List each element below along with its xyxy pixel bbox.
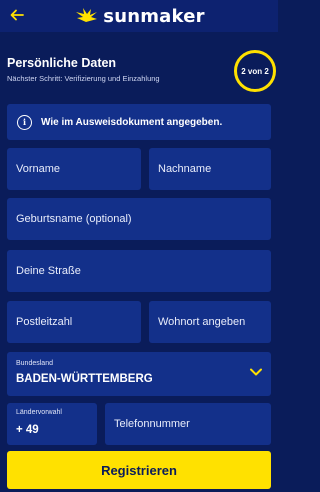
state-value: BADEN-WÜRTTEMBERG: [16, 373, 153, 385]
info-icon: i: [17, 114, 32, 130]
postal-code-input[interactable]: Postleitzahl: [7, 301, 141, 343]
street-input[interactable]: Deine Straße: [7, 250, 271, 292]
phone-input[interactable]: Telefonnummer: [105, 403, 271, 445]
back-button[interactable]: [6, 4, 28, 26]
step-indicator: 2 von 2: [234, 50, 276, 92]
form-header: Persönliche Daten Nächster Schritt: Veri…: [7, 56, 237, 83]
country-code-value: + 49: [16, 424, 39, 436]
sun-icon: [76, 8, 98, 22]
state-select[interactable]: Bundesland BADEN-WÜRTTEMBERG: [7, 352, 271, 396]
sunmaker-logo[interactable]: sunmaker: [73, 5, 205, 27]
register-button[interactable]: Registrieren: [7, 451, 271, 489]
arrow-left-icon: [10, 9, 24, 21]
country-code-select[interactable]: Ländervorwahl + 49: [7, 403, 97, 445]
birth-name-input[interactable]: Geburtsname (optional): [7, 198, 271, 240]
next-step-hint: Nächster Schritt: Verifizierung und Einz…: [7, 74, 160, 83]
last-name-input[interactable]: Nachname: [149, 148, 271, 190]
first-name-input[interactable]: Vorname: [7, 148, 141, 190]
logo-text: sunmaker: [103, 5, 205, 27]
top-bar: sunmaker: [0, 0, 278, 32]
info-banner: i Wie im Ausweisdokument angegeben.: [7, 104, 271, 140]
page-title: Persönliche Daten: [7, 56, 117, 70]
city-input[interactable]: Wohnort angeben: [149, 301, 271, 343]
info-text: Wie im Ausweisdokument angegeben.: [41, 116, 223, 128]
state-label: Bundesland: [16, 360, 53, 367]
chevron-down-icon: [250, 368, 262, 376]
country-code-label: Ländervorwahl: [16, 409, 62, 416]
